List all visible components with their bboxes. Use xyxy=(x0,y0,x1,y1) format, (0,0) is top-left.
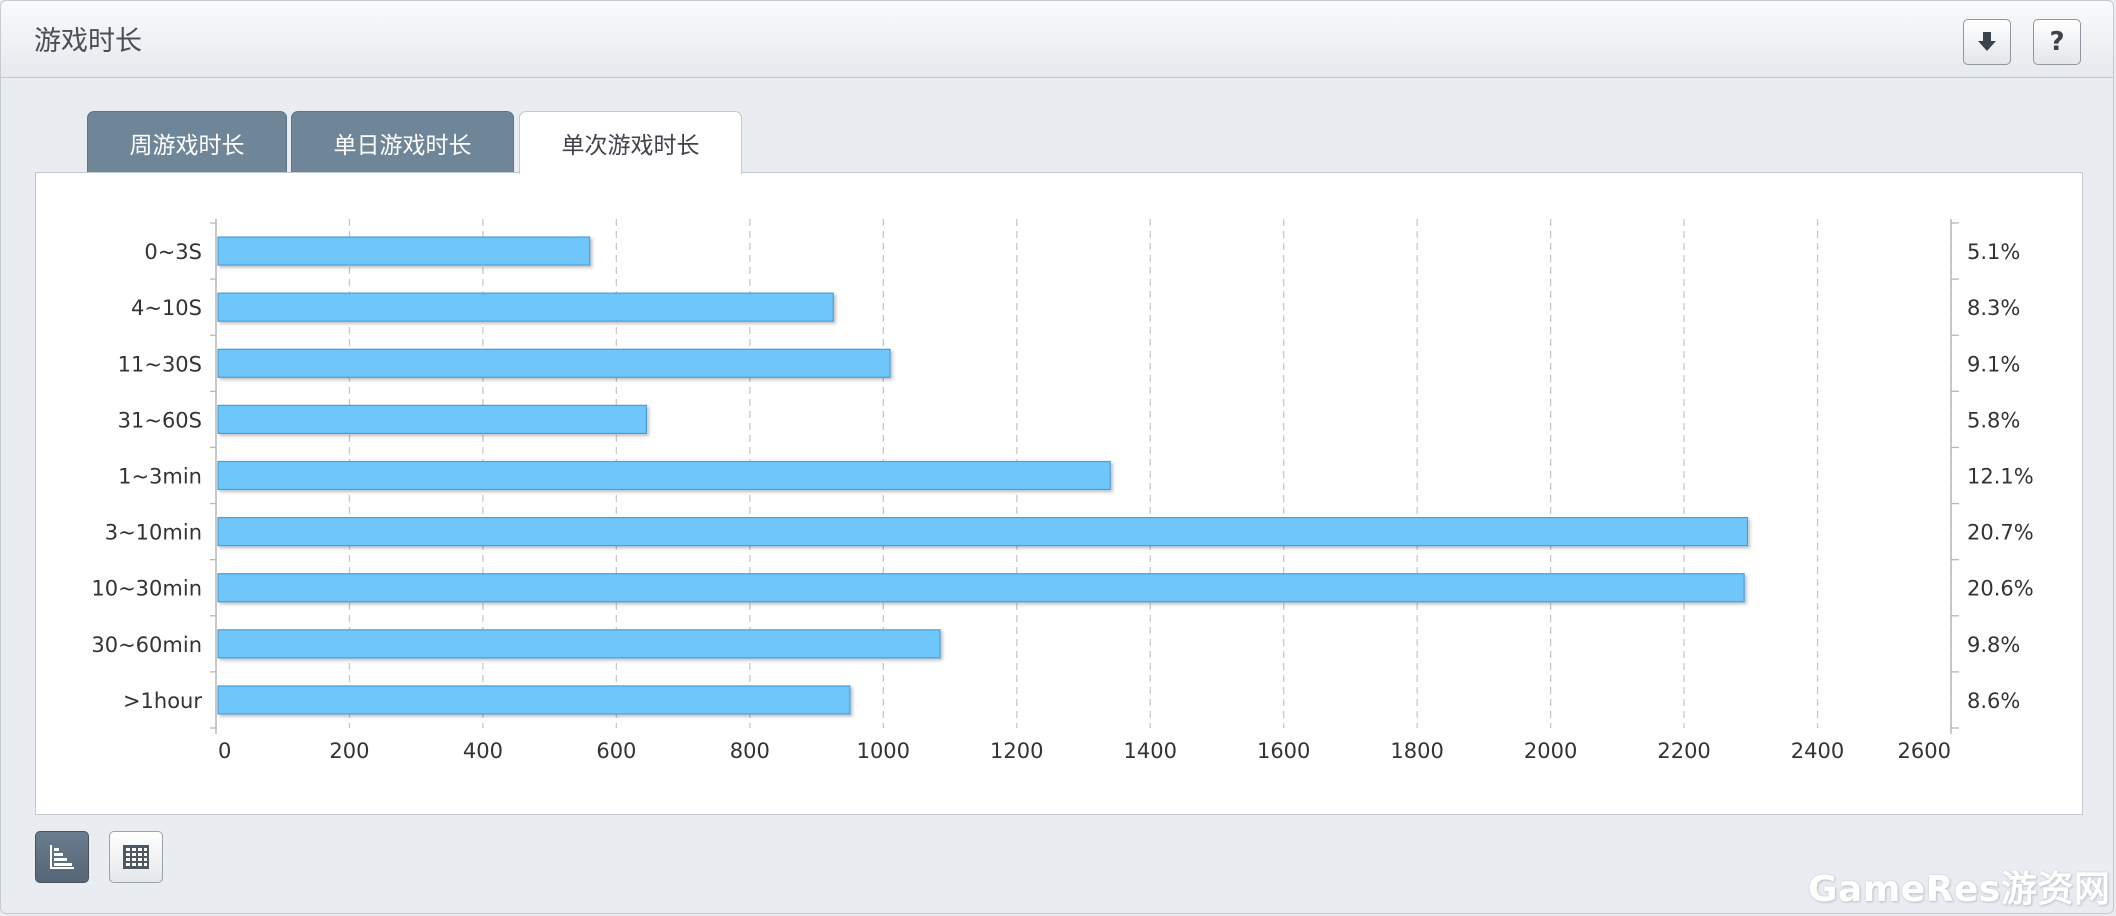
x-tick-label: 2600 xyxy=(1898,739,1951,763)
bar xyxy=(217,292,834,322)
bar xyxy=(217,573,1745,603)
x-tick-label: 2000 xyxy=(1524,739,1577,763)
x-tick-label: 2400 xyxy=(1791,739,1844,763)
category-label: 10~30min xyxy=(91,577,202,601)
x-tick-label: 0 xyxy=(218,739,231,763)
panel-header: 游戏时长 ? xyxy=(1,1,2113,78)
category-label: 0~3S xyxy=(144,240,202,264)
category-label: 3~10min xyxy=(105,521,202,545)
percent-label: 12.1% xyxy=(1967,465,2034,489)
x-tick-label: 800 xyxy=(730,739,770,763)
x-tick-label: 1200 xyxy=(990,739,1043,763)
x-tick-label: 1600 xyxy=(1257,739,1310,763)
bar xyxy=(217,460,1111,491)
percent-label: 5.1% xyxy=(1967,240,2020,264)
tab-weekly-duration[interactable]: 周游戏时长 xyxy=(87,111,287,173)
bar xyxy=(217,517,1749,547)
download-button[interactable] xyxy=(1963,19,2011,65)
x-tick-label: 600 xyxy=(596,739,636,763)
table-icon xyxy=(123,845,149,869)
download-icon xyxy=(1978,32,1996,51)
chart-container: 0~3S 5.1% 4~10S 8.3% 11~30S 9.1% 31~60S 5.8% 1~3… xyxy=(35,172,2083,815)
tab-session-duration[interactable]: 单次游戏时长 xyxy=(519,111,742,174)
x-tick-label: 200 xyxy=(329,739,369,763)
table-view-button[interactable] xyxy=(109,831,163,883)
tab-daily-duration[interactable]: 单日游戏时长 xyxy=(291,111,514,173)
x-tick-label: 2200 xyxy=(1657,739,1710,763)
percent-label: 9.1% xyxy=(1967,352,2020,376)
bar-chart: 0~3S 5.1% 4~10S 8.3% 11~30S 9.1% 31~60S 5.8% 1~3… xyxy=(91,219,2034,763)
help-button[interactable]: ? xyxy=(2033,19,2081,65)
bar xyxy=(217,685,851,715)
category-label: 4~10S xyxy=(131,296,202,320)
bar xyxy=(217,236,591,266)
percent-label: 20.7% xyxy=(1967,521,2034,545)
percent-label: 9.8% xyxy=(1967,633,2020,657)
bar xyxy=(217,629,941,659)
x-tick-label: 400 xyxy=(463,739,503,763)
game-duration-panel: 游戏时长 ? 周游戏时长 单日游戏时长 单次游戏时长 0~3S 5.1% 4~10S… xyxy=(0,0,2114,914)
bar xyxy=(217,348,891,378)
percent-label: 20.6% xyxy=(1967,577,2034,601)
x-tick-label: 1800 xyxy=(1390,739,1443,763)
watermark-logo: GameRes游资网 xyxy=(1808,869,2111,910)
percent-label: 8.6% xyxy=(1967,689,2020,713)
x-tick-label: 1000 xyxy=(857,739,910,763)
bar xyxy=(217,404,648,434)
x-tick-label: 1400 xyxy=(1124,739,1177,763)
percent-label: 8.3% xyxy=(1967,296,2020,320)
category-label: 11~30S xyxy=(118,352,202,376)
bar-chart-icon xyxy=(50,845,74,869)
category-label: >1hour xyxy=(123,689,202,713)
category-label: 30~60min xyxy=(91,633,202,657)
chart-view-button[interactable] xyxy=(35,831,89,883)
help-icon: ? xyxy=(2049,27,2065,57)
category-label: 1~3min xyxy=(118,465,202,489)
panel-title: 游戏时长 xyxy=(34,26,142,57)
percent-label: 5.8% xyxy=(1967,408,2020,432)
category-label: 31~60S xyxy=(118,408,202,432)
